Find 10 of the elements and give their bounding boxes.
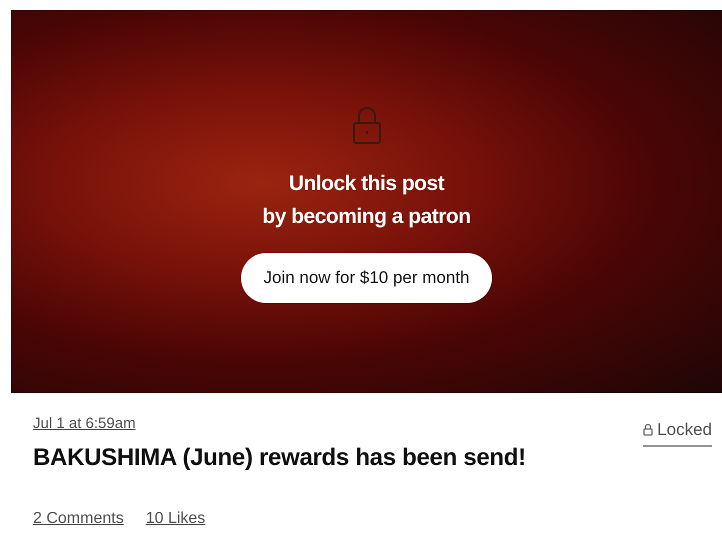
post-stat-link[interactable]: 2 Comments bbox=[33, 506, 124, 530]
join-button[interactable]: Join now for $10 per month bbox=[241, 253, 492, 303]
unlock-heading: by becoming a patron bbox=[262, 204, 471, 230]
post-title: BAKUSHIMA (June) rewards has been send! bbox=[33, 442, 527, 472]
unlock-heading: Unlock this post bbox=[288, 171, 444, 197]
lock-icon bbox=[352, 105, 382, 145]
lock-icon bbox=[643, 423, 654, 436]
locked-label: Locked bbox=[657, 419, 712, 441]
post-date-link[interactable]: Jul 1 at 6:59am bbox=[33, 413, 136, 436]
post-stat-link[interactable]: 10 Likes bbox=[146, 506, 206, 530]
